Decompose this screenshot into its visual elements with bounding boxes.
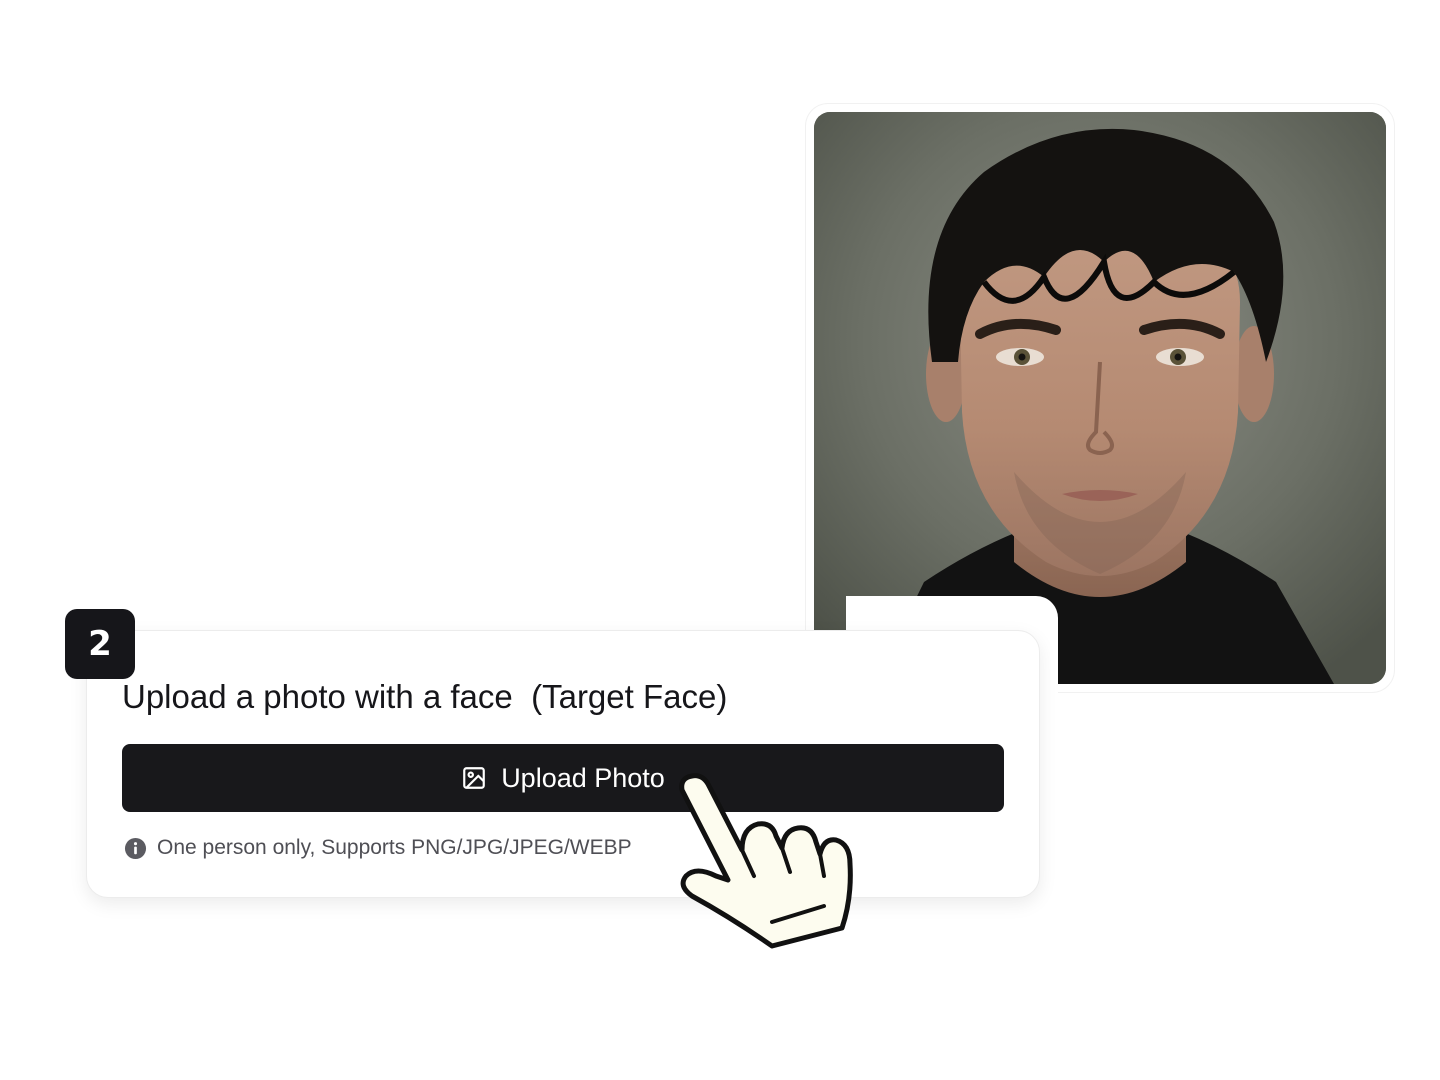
stage: 2 Upload a photo with a face (Target Fac… — [0, 0, 1440, 1080]
hint-text: One person only, Supports PNG/JPG/JPEG/W… — [157, 836, 632, 859]
card-title: Upload a photo with a face (Target Face) — [122, 678, 728, 715]
upload-hint: One person only, Supports PNG/JPG/JPEG/W… — [124, 836, 632, 860]
upload-photo-button[interactable]: Upload Photo — [122, 744, 1004, 812]
step-badge: 2 — [65, 609, 135, 679]
image-icon — [463, 767, 486, 789]
upload-button-label: Upload Photo — [501, 762, 665, 793]
info-icon — [124, 837, 147, 859]
